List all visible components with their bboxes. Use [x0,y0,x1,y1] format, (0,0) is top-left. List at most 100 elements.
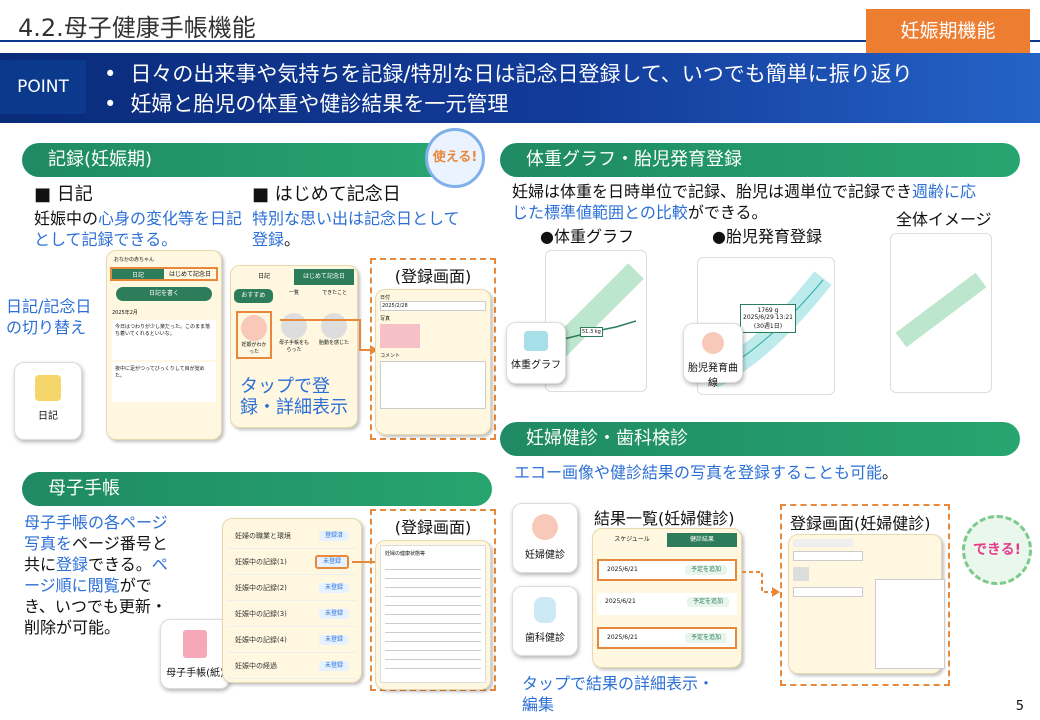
weight-icon-label: 体重グラフ [511,360,561,371]
registered-button[interactable]: 登録済 [318,531,349,541]
register-screen-label: (登録画面) [394,267,472,286]
tap-register-note: タップで登録・詳細表示 [240,376,348,418]
overall-phone [890,233,992,393]
subtab-list[interactable]: 一覧 [275,289,314,303]
unregistered-button[interactable]: 未登録 [318,609,349,619]
memo-field[interactable] [875,579,945,669]
techo-row-label: 妊娠中の経過 [235,662,277,670]
dental-checkup-icon-card[interactable]: 歯科健診 [512,586,578,656]
diary-icon-card[interactable]: 日記 [14,362,82,440]
checkup-list-phone: スケジュール 健診結果 2025/6/21 予定を追加 2025/6/21 予定を追… [592,528,742,668]
result-list-label: 結果一覧(妊婦健診) [594,509,735,528]
techo-register-label: (登録画面) [394,518,472,537]
fetal-week: (30週1日) [753,323,783,330]
scale-icon [524,331,548,351]
baby-name: おなかの赤ちゃん [114,257,155,263]
tab-results[interactable]: 健診結果 [667,533,737,547]
checkup-row[interactable]: 2025/6/21 予定を追加 [597,627,737,649]
weight-section-header: 体重グラフ・胎児発育登録 [500,143,1020,177]
checkup-section-header: 妊婦健診・歯科検診 [500,422,1020,456]
checkup-date: 2025/6/21 [607,634,638,641]
form-field[interactable] [793,587,863,597]
anniv-form: 日付 2025/2/28 写真 コメント [375,289,491,435]
checkup-row[interactable]: 2025/6/21 予定を追加 [597,559,737,581]
techo-list-phone: 妊婦の職業と環境 登録済 妊娠中の記録(1) 未登録 妊娠中の記録(2) 未登録 妊娠… [222,518,362,683]
checkup-desc-highlight: エコー画像や健診結果の写真を登録することも可能 [514,463,883,482]
techo-row[interactable]: 妊娠中の記録(4) 未登録 [227,627,357,653]
techo-row[interactable]: 妊娠中の経過 未登録 [227,653,357,679]
weight-desc-pre: 妊婦は体重を日時単位で記録、胎児は週単位で記録でき [512,182,913,201]
techo-desc-highlight: 登録 [56,555,89,574]
weight-graph-label: ●体重グラフ [540,227,634,246]
unregistered-button[interactable]: 未登録 [318,583,349,593]
tab-diary[interactable]: 日記 [234,269,294,285]
pregnant-woman-icon [532,514,558,540]
techo-page-image[interactable]: 妊婦の健康状態等 [380,545,486,683]
checkup-form [788,534,945,674]
paper-techo-icon-card[interactable]: 母子手帳(紙) [160,619,230,689]
pregnancy-feature-badge: 妊娠期機能 [866,9,1030,53]
add-plan-button[interactable]: 予定を追加 [684,565,727,575]
checkup-arrow [742,571,780,597]
tab-anniversary[interactable]: はじめて記念日 [294,269,354,285]
photo-thumbnail[interactable] [380,324,420,348]
fetal-icon-label: 胎児発育曲線 [688,363,738,389]
comment-input[interactable] [380,361,486,409]
tab-schedule[interactable]: スケジュール [597,533,667,547]
photo-label: 写真 [380,316,391,322]
baby-icon [702,332,724,354]
tap-result-note: タップで結果の詳細表示・編集 [522,674,715,714]
fetal-growth-icon-card[interactable]: 胎児発育曲線 [683,323,743,389]
tab-diary[interactable]: 日記 [112,269,164,279]
pregnant-woman-icon [241,315,267,341]
point-item: • 妊婦と胎児の体重や健診結果を一元管理 [104,92,509,116]
checkup-row[interactable]: 2025/6/21 予定を追加 [597,593,737,615]
anniv-subtabs: おすすめ 一覧 できたこと [234,289,354,303]
date-label: 日付 [380,295,391,301]
fetal-growth-label: ●胎児発育登録 [712,227,822,246]
weight-value: 51.3 kg [580,327,603,337]
techo-row-label: 妊婦の職業と環境 [235,532,291,540]
form-field[interactable] [793,551,863,561]
add-plan-button[interactable]: 予定を追加 [684,633,727,643]
tab-anniversary[interactable]: はじめて記念日 [164,269,216,279]
prenatal-checkup-icon-card[interactable]: 妊婦健診 [512,503,578,573]
subtab-recommended[interactable]: おすすめ [234,289,273,303]
unregistered-button[interactable]: 未登録 [318,661,349,671]
point-text: 日々の出来事や気持ちを記録/特別な日は記念日登録して、いつでも簡単に振り返り [130,62,913,86]
camera-icon[interactable] [793,567,809,581]
subtab-done[interactable]: できたこと [315,289,354,303]
add-plan-button[interactable]: 予定を追加 [686,597,729,607]
weight-graph-icon-card[interactable]: 体重グラフ [506,322,566,384]
techo-register-screen: (登録画面) 妊婦の健康状態等 [370,509,496,691]
notebook-icon [183,630,207,658]
techo-row[interactable]: 妊娠中の記録(2) 未登録 [227,575,357,601]
checkup-tabs: スケジュール 健診結果 [597,533,737,547]
form-field[interactable] [793,539,853,547]
techo-row[interactable]: 妊婦の職業と環境 登録済 [227,523,357,549]
comment-label: コメント [380,353,401,359]
usable-sticker: 使える! [425,128,485,188]
write-diary-button[interactable]: 日記を書く [116,287,212,301]
date-input[interactable]: 2025/2/28 [380,301,486,311]
diary-entry[interactable]: 今日はつわりが少し楽だった。このまま落ち着いてくれるといいな。 [112,320,216,360]
checkup-date: 2025/6/21 [605,598,636,605]
overall-chart [895,272,987,348]
dental-icon-label: 歯科健診 [525,633,565,644]
unregistered-button[interactable]: 未登録 [314,555,349,569]
diary-anniv-switch[interactable]: 日記 はじめて記念日 [110,267,218,281]
fetal-weight: 1769 g [757,307,779,314]
weight-desc-post: ができる。 [687,203,768,222]
techo-row[interactable]: 妊娠中の記録(1) 未登録 [227,549,357,575]
switch-note: 日記/記念日の切り替え [6,297,92,337]
checkup-register-screen [780,504,950,686]
techo-page-scan [385,561,481,671]
anniv-tabs: 日記 はじめて記念日 [234,269,354,285]
unregistered-button[interactable]: 未登録 [318,635,349,645]
diary-description: 妊娠中の心身の変化等を日記として記録できる。 [34,208,244,250]
tooth-icon [534,597,556,623]
diary-entry[interactable]: 夜中に足がつってびっくりして目が覚めた。 [112,362,216,402]
techo-row[interactable]: 妊娠中の記録(3) 未登録 [227,601,357,627]
page-title: 4.2.母子健康手帳機能 [18,14,256,42]
anniv-choice[interactable]: 妊娠がわかった [236,311,272,359]
